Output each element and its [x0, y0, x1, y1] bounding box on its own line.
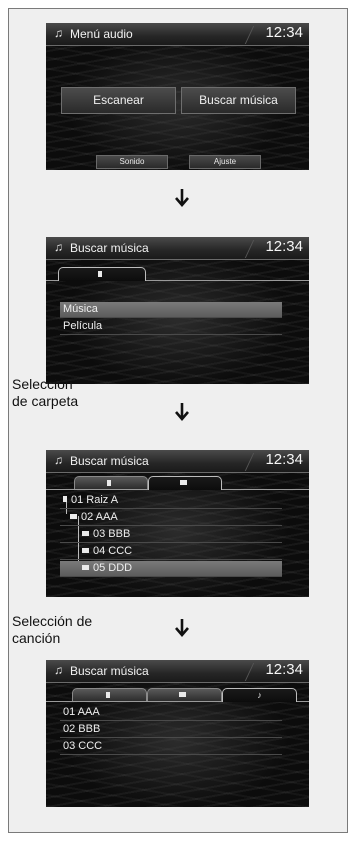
screen-header: ♫ Buscar música 12:34: [46, 237, 309, 260]
caption-line: Selección: [12, 376, 73, 392]
list-item[interactable]: Música: [60, 302, 282, 318]
find-music-button[interactable]: Buscar música: [181, 87, 296, 114]
scan-button[interactable]: Escanear: [61, 87, 176, 114]
folder-row[interactable]: 04 CCC: [60, 544, 282, 560]
sound-button[interactable]: Sonido: [96, 155, 168, 169]
folder-label: 03 BBB: [93, 528, 131, 540]
clock: 12:34: [265, 661, 303, 678]
folder-selection-screen: ♫ Buscar música 12:34 01 Raiz A 02 AAA 0…: [46, 450, 309, 597]
tab-bar: [46, 267, 309, 281]
folder-row[interactable]: 01 Raiz A: [60, 493, 282, 509]
folder-icon: [179, 692, 186, 698]
folder-label: 05 DDD: [93, 562, 133, 574]
folder-row-selected[interactable]: 05 DDD: [60, 561, 282, 577]
caption-line: canción: [12, 630, 61, 646]
folder-icon: [82, 530, 89, 536]
screen-title: Buscar música: [70, 241, 149, 255]
tab-bar: [46, 476, 309, 490]
tab-bar: ♪: [46, 688, 309, 702]
tab-sd-card[interactable]: [58, 267, 146, 281]
song-row[interactable]: 03 CCC: [60, 739, 282, 755]
tab-sd-card[interactable]: [72, 688, 147, 701]
screen-header: ♫ Buscar música 12:34: [46, 660, 309, 683]
music-note-icon: ♫: [54, 453, 63, 467]
sd-card-icon: [107, 479, 111, 486]
screen-header: ♫ Menú audio 12:34: [46, 23, 309, 46]
tab-folders[interactable]: [147, 688, 222, 701]
caption-song-selection: Selección de canción: [12, 613, 92, 647]
screen-title: Buscar música: [70, 664, 149, 678]
folder-row[interactable]: 02 AAA: [60, 510, 282, 526]
folder-icon: [82, 547, 89, 553]
clock: 12:34: [265, 238, 303, 255]
song-selection-screen: ♫ Buscar música 12:34 ♪ 01 AAA 02 BBB 03…: [46, 660, 309, 807]
clock: 12:34: [265, 24, 303, 41]
down-arrow-icon: [175, 189, 189, 207]
clock: 12:34: [265, 451, 303, 468]
screen-title: Buscar música: [70, 454, 149, 468]
tab-songs[interactable]: ♪: [222, 688, 297, 702]
music-note-icon: ♫: [54, 663, 63, 677]
folder-icon: [70, 513, 77, 519]
music-note-icon: ♪: [257, 690, 262, 700]
sd-card-icon: [105, 691, 110, 698]
folder-label: 01 Raiz A: [71, 494, 119, 506]
folder-label: 02 AAA: [81, 511, 118, 523]
song-row[interactable]: 02 BBB: [60, 722, 282, 738]
music-note-icon: ♫: [54, 26, 63, 40]
down-arrow-icon: [175, 619, 189, 637]
audio-menu-screen: ♫ Menú audio 12:34 Escanear Buscar músic…: [46, 23, 309, 170]
sd-card-icon: [63, 496, 67, 503]
screen-header: ♫ Buscar música 12:34: [46, 450, 309, 473]
folder-row[interactable]: 03 BBB: [60, 527, 282, 543]
caption-folder-selection: Selección de carpeta: [12, 376, 78, 410]
tab-sd-card[interactable]: [74, 476, 148, 489]
source-selection-screen: ♫ Buscar música 12:34 Música Película: [46, 237, 309, 384]
caption-line: Selección de: [12, 613, 93, 629]
down-arrow-icon: [175, 403, 189, 421]
caption-line: de carpeta: [12, 393, 79, 409]
folder-icon: [82, 564, 89, 570]
folder-label: 04 CCC: [93, 545, 133, 557]
sd-card-icon: [98, 270, 102, 277]
list-item[interactable]: Película: [60, 319, 282, 335]
music-note-icon: ♫: [54, 240, 63, 254]
tab-folders[interactable]: [148, 476, 222, 490]
folder-icon: [179, 480, 187, 486]
screen-title: Menú audio: [70, 27, 133, 41]
song-row[interactable]: 01 AAA: [60, 705, 282, 721]
settings-button[interactable]: Ajuste: [189, 155, 261, 169]
